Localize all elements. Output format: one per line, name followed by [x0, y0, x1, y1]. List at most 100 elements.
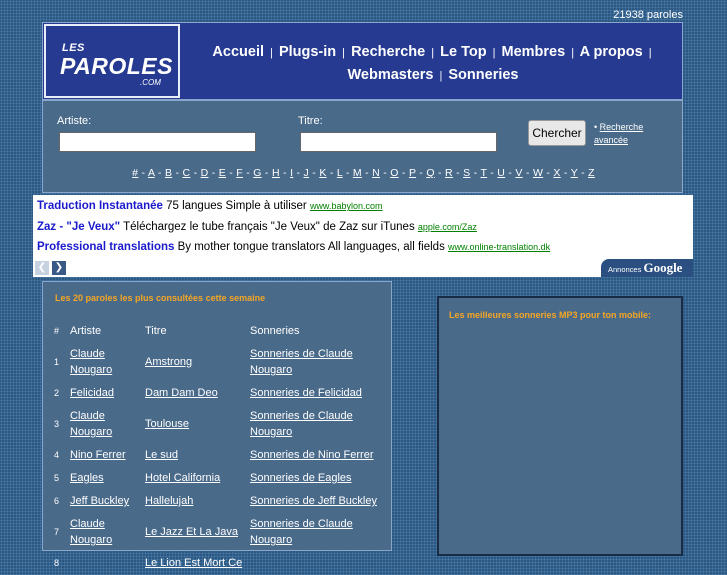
ringtone-link[interactable]: Sonneries de Felicidad — [250, 387, 362, 399]
ad-item[interactable]: Zaz - "Je Veux" Téléchargez le tube fran… — [37, 221, 477, 233]
nav-accueil[interactable]: Accueil — [212, 44, 264, 60]
advanced-search-link[interactable]: Recherche avancée — [594, 122, 643, 145]
ad-next-icon[interactable]: ❯ — [52, 261, 66, 275]
alphabet-separator: - — [398, 167, 409, 179]
table-cell: Claude Nougaro — [70, 405, 145, 444]
nav-plugs-in[interactable]: Plugs-in — [279, 44, 336, 60]
title-link[interactable]: Hotel California — [145, 472, 220, 484]
rank-number: 6 — [54, 496, 60, 506]
nav-a-propos[interactable]: A propos — [580, 44, 643, 60]
alphabet-link[interactable]: R — [445, 167, 453, 179]
artist-input[interactable] — [59, 132, 256, 152]
top-lyrics-table: # Artiste Titre Sonneries 1 Claude Nougar… — [54, 320, 384, 575]
alphabet-link[interactable]: E — [219, 167, 226, 179]
title-link[interactable]: Le Lion Est Mort Ce — [145, 557, 242, 569]
ringtone-link[interactable]: Sonneries de Claude Nougaro — [250, 348, 353, 376]
alphabet-link[interactable]: V — [515, 167, 522, 179]
table-row: 6 Jeff Buckley Hallelujah Sonneries de Jeff… — [54, 490, 384, 513]
site-logo[interactable]: LES PAROLES .COM — [44, 24, 180, 98]
ringtone-link[interactable]: Sonneries de Jeff Buckley — [250, 495, 377, 507]
artist-link[interactable]: Felicidad — [70, 387, 114, 399]
alphabet-link[interactable]: P — [409, 167, 416, 179]
table-cell: 7 — [54, 513, 70, 552]
alphabet-link[interactable]: U — [497, 167, 505, 179]
alphabet-link[interactable]: Y — [571, 167, 578, 179]
artist-link[interactable]: Jeff Buckley — [70, 495, 129, 507]
search-button[interactable]: Chercher — [528, 120, 586, 146]
alphabet-separator: - — [543, 167, 554, 179]
google-ads-badge[interactable]: Annonces Google — [601, 259, 693, 277]
table-cell: Jeff Buckley — [70, 490, 145, 513]
table-cell — [250, 552, 384, 575]
title-link[interactable]: Dam Dam Deo — [145, 387, 218, 399]
alphabet-link[interactable]: F — [236, 167, 243, 179]
artist-link[interactable]: Claude Nougaro — [70, 410, 112, 438]
nav-le-top[interactable]: Le Top — [440, 44, 486, 60]
alphabet-separator: - — [361, 167, 373, 179]
artist-link[interactable]: Eagles — [70, 472, 104, 484]
search-panel: Artiste: Titre: Chercher • Recherche ava… — [42, 100, 683, 193]
artist-label: Artiste: — [57, 115, 92, 127]
ringtone-link[interactable]: Sonneries de Claude Nougaro — [250, 518, 353, 546]
advanced-search: • Recherche avancée — [594, 121, 679, 147]
nav-webmasters[interactable]: Webmasters — [348, 67, 434, 83]
alphabet-link[interactable]: Q — [426, 167, 434, 179]
alphabet-link[interactable]: Z — [588, 167, 595, 179]
alphabet-link[interactable]: M — [353, 167, 362, 179]
alphabet-link[interactable]: O — [390, 167, 398, 179]
title-link[interactable]: Amstrong — [145, 356, 192, 368]
artist-link[interactable]: Claude Nougaro — [70, 518, 112, 546]
ad-url[interactable]: www.babylon.com — [310, 201, 383, 211]
logo-com: .COM — [140, 78, 161, 87]
table-cell: Hallelujah — [145, 490, 250, 513]
ringtone-link[interactable]: Sonneries de Claude Nougaro — [250, 410, 353, 438]
title-link[interactable]: Le Jazz Et La Java — [145, 526, 238, 538]
alphabet-link[interactable]: G — [253, 167, 261, 179]
logo-paroles: PAROLES — [60, 53, 173, 79]
artist-link[interactable]: Nino Ferrer — [70, 449, 126, 461]
table-cell: 8 — [54, 552, 70, 575]
alphabet-separator: - — [154, 167, 165, 179]
alphabet-separator: - — [190, 167, 201, 179]
alphabet-link[interactable]: A — [148, 167, 155, 179]
ad-title[interactable]: Professional translations — [37, 241, 174, 253]
alphabet-separator: - — [452, 167, 464, 179]
ad-title[interactable]: Traduction Instantanée — [37, 200, 163, 212]
alphabet-link[interactable]: K — [319, 167, 326, 179]
alphabet-link[interactable]: H — [272, 167, 280, 179]
col-ringtones: Sonneries — [250, 325, 300, 337]
alphabet-separator: - — [342, 167, 353, 179]
ringtone-link[interactable]: Sonneries de Eagles — [250, 472, 352, 484]
ad-prev-icon[interactable]: ❮ — [35, 261, 49, 275]
alphabet-link[interactable]: X — [553, 167, 560, 179]
rank-number: 8 — [54, 558, 60, 568]
title-link[interactable]: Le sud — [145, 449, 178, 461]
alphabet-separator: - — [261, 167, 272, 179]
title-label: Titre: — [298, 115, 323, 127]
title-link[interactable]: Toulouse — [145, 418, 189, 430]
alphabet-link[interactable]: D — [201, 167, 209, 179]
ad-url[interactable]: apple.com/Zaz — [418, 222, 477, 232]
alphabet-link[interactable]: W — [533, 167, 543, 179]
ad-url[interactable]: www.online-translation.dk — [448, 242, 550, 252]
nav-membres[interactable]: Membres — [502, 44, 566, 60]
nav-separator: | — [571, 47, 575, 59]
nav-recherche[interactable]: Recherche — [351, 44, 425, 60]
alphabet-link[interactable]: N — [372, 167, 380, 179]
ad-title[interactable]: Zaz - "Je Veux" — [37, 221, 120, 233]
alphabet-separator: - — [487, 167, 498, 179]
alphabet-separator: - — [416, 167, 427, 179]
table-cell: 6 — [54, 490, 70, 513]
table-cell: Felicidad — [70, 382, 145, 405]
nav-sonneries[interactable]: Sonneries — [448, 67, 518, 83]
artist-link[interactable]: Claude Nougaro — [70, 348, 112, 376]
ad-item[interactable]: Professional translations By mother tong… — [37, 241, 550, 253]
bullet-icon: • — [594, 122, 598, 132]
table-cell: Sonneries de Nino Ferrer — [250, 444, 384, 467]
ringtone-link[interactable]: Sonneries de Nino Ferrer — [250, 449, 374, 461]
title-link[interactable]: Hallelujah — [145, 495, 193, 507]
table-cell: Le Lion Est Mort Ce — [145, 552, 250, 575]
alphabet-separator: - — [560, 167, 571, 179]
title-input[interactable] — [300, 132, 497, 152]
ad-item[interactable]: Traduction Instantanée 75 langues Simple… — [37, 200, 382, 212]
